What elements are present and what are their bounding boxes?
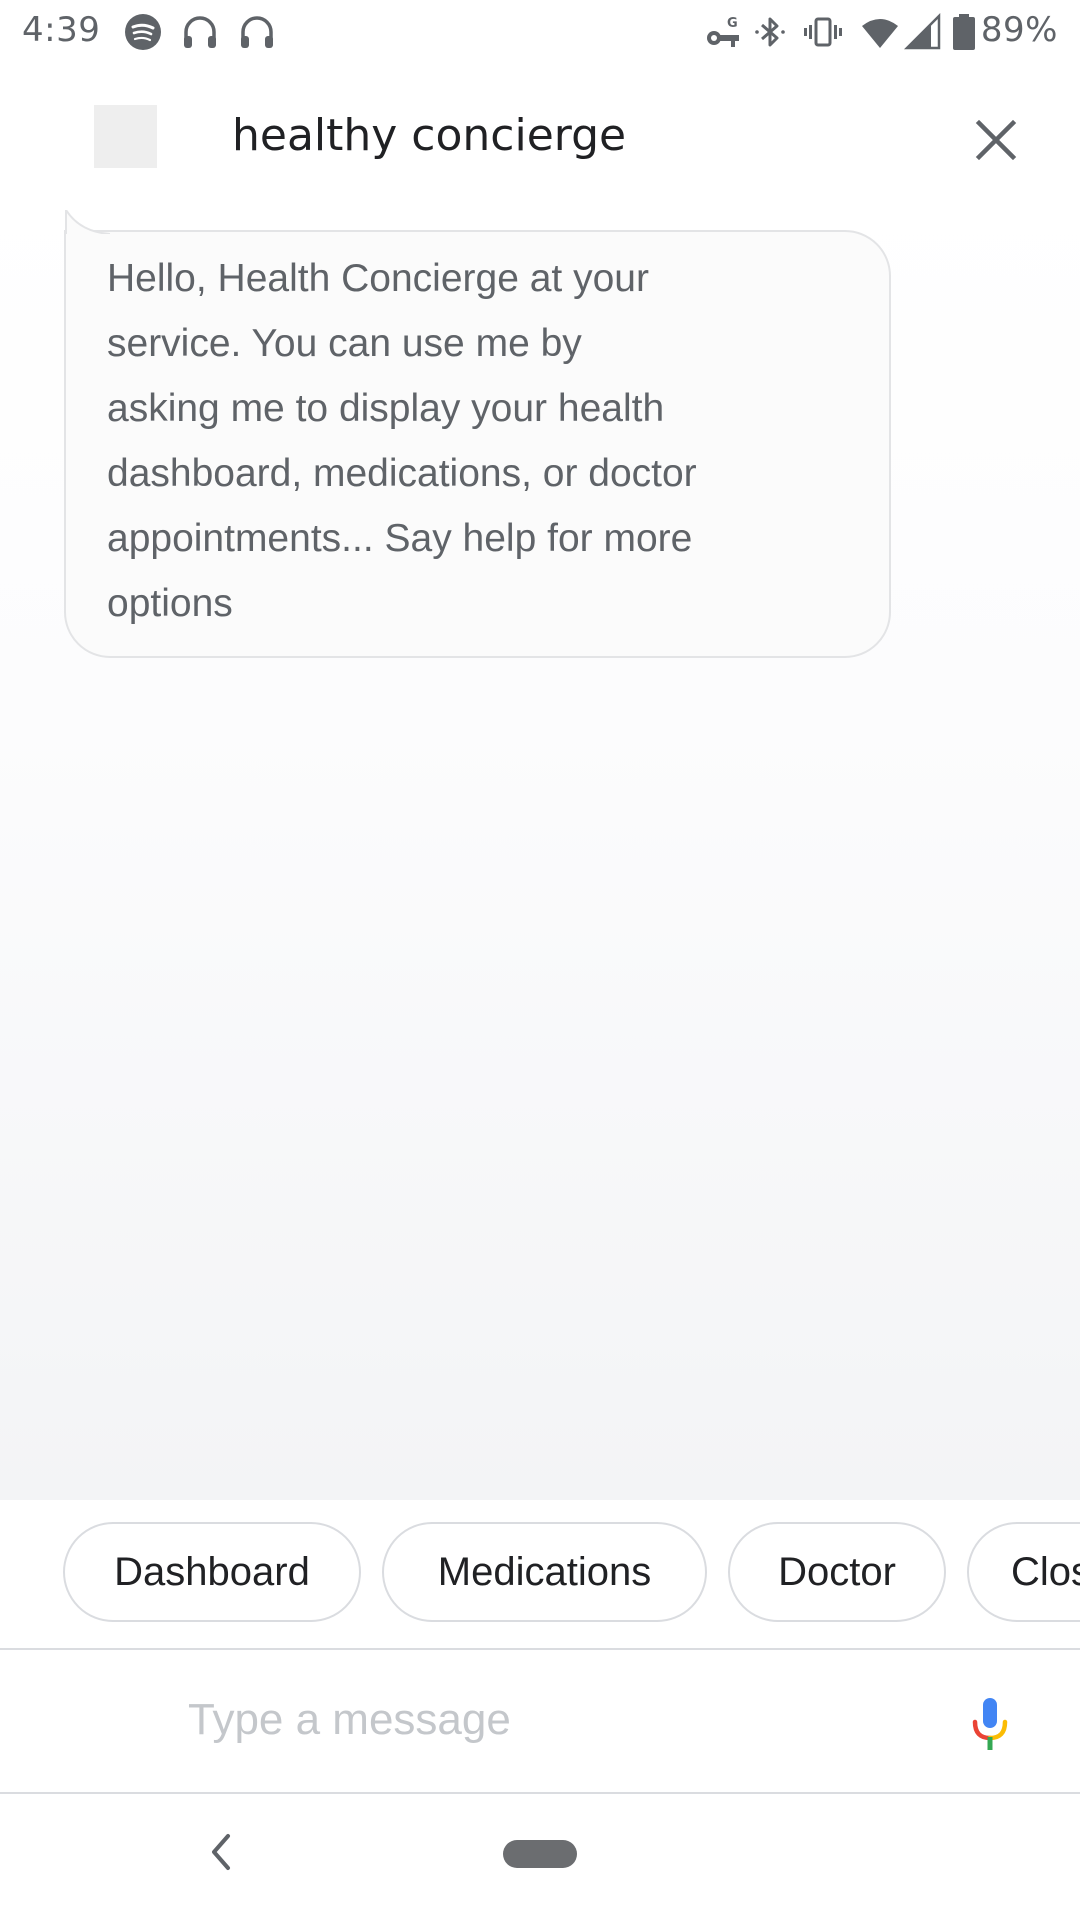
conversation-area[interactable]: Hello, Health Concierge at your service.… [0,190,1080,1500]
headphones-icon [237,12,277,52]
chip-dashboard[interactable]: Dashboard [63,1522,361,1622]
back-button[interactable] [204,1830,236,1874]
chip-medications[interactable]: Medications [382,1522,707,1622]
mic-icon [972,1698,1008,1750]
composer [0,1650,1080,1792]
vibrate-icon [803,12,843,52]
chip-doctor[interactable]: Doctor [728,1522,946,1622]
headphones-icon [180,12,220,52]
close-button[interactable] [968,112,1024,168]
page-title: healthy concierge [232,110,627,161]
agent-message-bubble: Hello, Health Concierge at your service.… [64,210,891,658]
cell-signal-icon [903,12,943,52]
system-nav-bar [0,1794,1080,1920]
close-icon [975,119,1017,161]
vpn-key-icon: G [703,12,743,52]
app-header: healthy concierge [0,80,1080,190]
mic-button[interactable] [968,1696,1012,1752]
suggestion-chips[interactable]: Dashboard Medications Doctor Clos [0,1500,1080,1648]
bluetooth-icon [750,12,790,52]
agent-avatar [94,105,157,168]
agent-message-text: Hello, Health Concierge at your service.… [107,257,697,625]
back-icon [212,1834,230,1870]
status-time: 4:39 [22,10,101,50]
status-bar: 4:39 G 89% [0,0,1080,64]
wifi-icon [860,12,900,52]
home-pill-icon[interactable] [503,1840,577,1868]
bubble-tail [64,210,110,234]
battery-percent: 89% [980,10,1058,50]
chip-close[interactable]: Clos [967,1522,1080,1622]
battery-icon [950,12,978,52]
spotify-icon [123,12,163,52]
message-input[interactable] [188,1680,908,1760]
svg-text:G: G [727,16,738,31]
